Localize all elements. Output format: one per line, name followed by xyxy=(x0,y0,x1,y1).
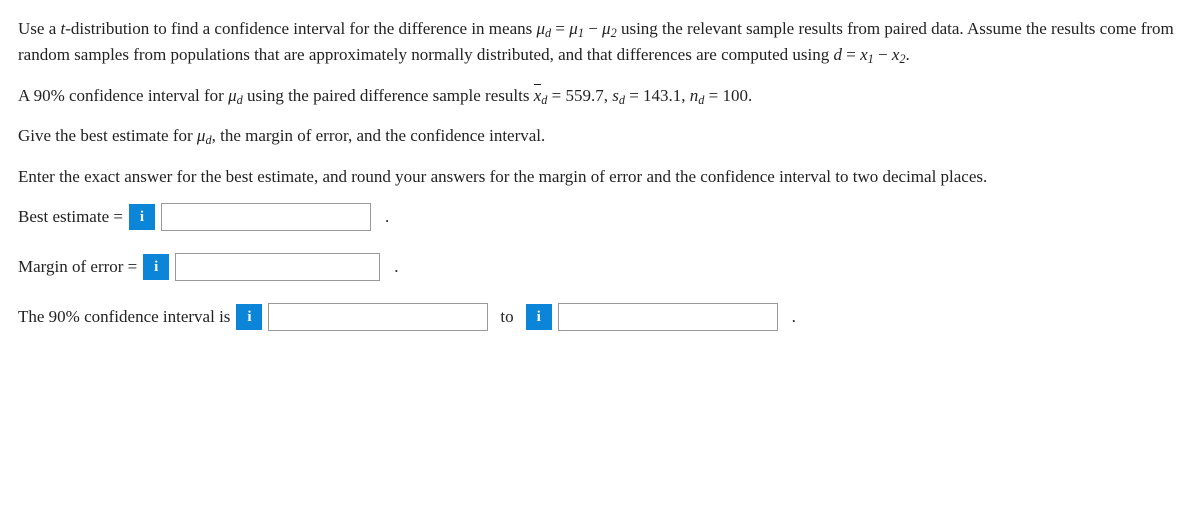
mu-d: μd xyxy=(197,126,212,145)
best-estimate-label: Best estimate = xyxy=(18,204,123,230)
best-estimate-input[interactable] xyxy=(161,203,371,231)
xbar-d: x xyxy=(534,83,542,109)
sub-d: d xyxy=(541,93,547,107)
info-icon[interactable]: i xyxy=(129,204,155,230)
s-d: sd xyxy=(612,86,625,105)
text: -distribution to find a confidence inter… xyxy=(65,19,536,38)
sub-x1: 1 xyxy=(868,52,874,66)
mu-2: μ xyxy=(602,19,611,38)
text: Give the best estimate for xyxy=(18,126,197,145)
info-icon[interactable]: i xyxy=(526,304,552,330)
text: Use a xyxy=(18,19,60,38)
text: , the margin of error, and the confidenc… xyxy=(212,126,546,145)
problem-statement-1: Use a t-distribution to find a confidenc… xyxy=(18,16,1182,69)
margin-of-error-row: Margin of error = i . xyxy=(18,253,1182,281)
ci-upper-input[interactable] xyxy=(558,303,778,331)
to-label: to xyxy=(500,304,513,330)
info-icon[interactable]: i xyxy=(143,254,169,280)
n-d: nd xyxy=(690,86,705,105)
margin-of-error-input[interactable] xyxy=(175,253,380,281)
ci-label: The 90% confidence interval is xyxy=(18,304,230,330)
text: . xyxy=(906,45,910,64)
mu-d: μd xyxy=(228,86,243,105)
problem-statement-3: Give the best estimate for μd, the margi… xyxy=(18,123,1182,149)
val-sd: 143.1 xyxy=(643,86,681,105)
text: using the paired difference sample resul… xyxy=(243,86,534,105)
val-xdbar: 559.7 xyxy=(565,86,603,105)
period: . xyxy=(394,254,398,280)
period: . xyxy=(792,304,796,330)
text: A 90% confidence interval for xyxy=(18,86,228,105)
margin-of-error-label: Margin of error = xyxy=(18,254,137,280)
mu-1: μ xyxy=(569,19,578,38)
confidence-interval-row: The 90% confidence interval is i to i . xyxy=(18,303,1182,331)
sub-1: 1 xyxy=(578,26,584,40)
ci-lower-input[interactable] xyxy=(268,303,488,331)
var-d: d xyxy=(833,45,842,64)
info-icon[interactable]: i xyxy=(236,304,262,330)
problem-statement-4: Enter the exact answer for the best esti… xyxy=(18,164,1182,190)
period: . xyxy=(385,204,389,230)
mu-d: μd xyxy=(537,19,552,38)
text: . xyxy=(748,86,752,105)
best-estimate-row: Best estimate = i . xyxy=(18,203,1182,231)
x1: x xyxy=(860,45,868,64)
problem-statement-2: A 90% confidence interval for μd using t… xyxy=(18,83,1182,109)
val-nd: 100 xyxy=(723,86,749,105)
